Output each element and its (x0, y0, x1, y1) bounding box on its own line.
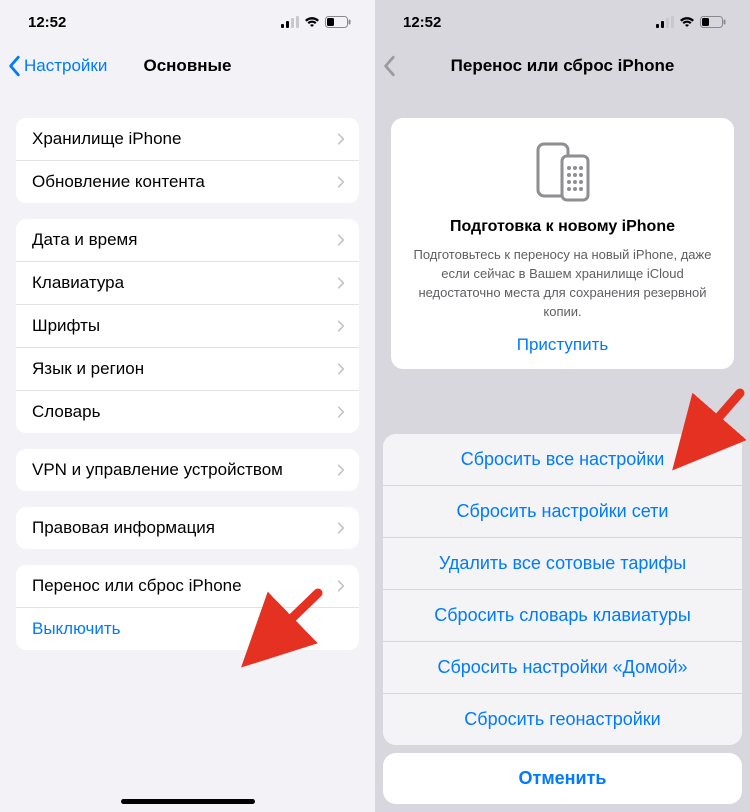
status-time: 12:52 (403, 14, 441, 31)
row-label: VPN и управление устройством (32, 460, 283, 480)
page-title: Перенос или сброс iPhone (375, 56, 750, 76)
card-heading: Подготовка к новому iPhone (409, 218, 716, 236)
settings-group: Дата и время Клавиатура Шрифты Язык и регио… (16, 219, 359, 433)
settings-row[interactable]: VPN и управление устройством (16, 449, 359, 491)
wifi-icon (304, 16, 320, 28)
row-label: Клавиатура (32, 273, 124, 293)
settings-row[interactable]: Правовая информация (16, 507, 359, 549)
settings-row[interactable]: Хранилище iPhone (16, 118, 359, 161)
wifi-icon (679, 16, 695, 28)
settings-row[interactable]: Перенос или сброс iPhone (16, 565, 359, 608)
settings-group: VPN и управление устройством (16, 449, 359, 491)
settings-group: Хранилище iPhone Обновление контента (16, 118, 359, 203)
sheet-option[interactable]: Сбросить настройки «Домой» (383, 642, 742, 694)
chevron-right-icon (337, 362, 345, 376)
row-label: Правовая информация (32, 518, 215, 538)
prepare-card: Подготовка к новому iPhone Подготовьтесь… (391, 118, 734, 369)
card-link[interactable]: Приступить (409, 335, 716, 355)
reset-screen: 12:52 Перенос или сброс iPhone (375, 0, 750, 812)
settings-row[interactable]: Шрифты (16, 305, 359, 348)
sheet-option[interactable]: Сбросить все настройки (383, 434, 742, 486)
chevron-right-icon (337, 463, 345, 477)
sheet-option[interactable]: Сбросить настройки сети (383, 486, 742, 538)
nav-header: Перенос или сброс iPhone (375, 44, 750, 88)
row-label: Выключить (32, 619, 120, 639)
status-bar: 12:52 (375, 0, 750, 44)
page-title: Основные (0, 56, 375, 76)
status-time: 12:52 (28, 14, 66, 31)
battery-icon (700, 16, 726, 28)
settings-group: Правовая информация (16, 507, 359, 549)
settings-row[interactable]: Выключить (16, 608, 359, 650)
status-bar: 12:52 (0, 0, 375, 44)
settings-group: Перенос или сброс iPhone Выключить (16, 565, 359, 650)
chevron-right-icon (337, 175, 345, 189)
status-icons (281, 16, 351, 28)
row-label: Перенос или сброс iPhone (32, 576, 242, 596)
row-label: Шрифты (32, 316, 100, 336)
row-label: Словарь (32, 402, 100, 422)
sheet-option[interactable]: Сбросить геонастройки (383, 694, 742, 745)
sheet-option[interactable]: Удалить все сотовые тарифы (383, 538, 742, 590)
card-body: Подготовьтесь к переносу на новый iPhone… (409, 246, 716, 321)
cancel-button[interactable]: Отменить (383, 753, 742, 804)
settings-row[interactable]: Обновление контента (16, 161, 359, 203)
chevron-right-icon (337, 233, 345, 247)
sheet-option[interactable]: Сбросить словарь клавиатуры (383, 590, 742, 642)
chevron-right-icon (337, 579, 345, 593)
row-label: Хранилище iPhone (32, 129, 181, 149)
status-icons (656, 16, 726, 28)
battery-icon (325, 16, 351, 28)
action-sheet: Сбросить все настройкиСбросить настройки… (375, 434, 750, 812)
settings-row[interactable]: Язык и регион (16, 348, 359, 391)
settings-row[interactable]: Дата и время (16, 219, 359, 262)
devices-icon (409, 140, 716, 204)
home-indicator[interactable] (121, 799, 255, 804)
cellular-icon (656, 16, 674, 28)
row-label: Дата и время (32, 230, 137, 250)
settings-row[interactable]: Клавиатура (16, 262, 359, 305)
chevron-right-icon (337, 405, 345, 419)
chevron-right-icon (337, 132, 345, 146)
settings-general-screen: 12:52 Настройки Основные Хранилище iPhon… (0, 0, 375, 812)
chevron-right-icon (337, 521, 345, 535)
nav-header: Настройки Основные (0, 44, 375, 88)
chevron-right-icon (337, 276, 345, 290)
row-label: Обновление контента (32, 172, 205, 192)
cellular-icon (281, 16, 299, 28)
chevron-right-icon (337, 319, 345, 333)
settings-row[interactable]: Словарь (16, 391, 359, 433)
row-label: Язык и регион (32, 359, 144, 379)
